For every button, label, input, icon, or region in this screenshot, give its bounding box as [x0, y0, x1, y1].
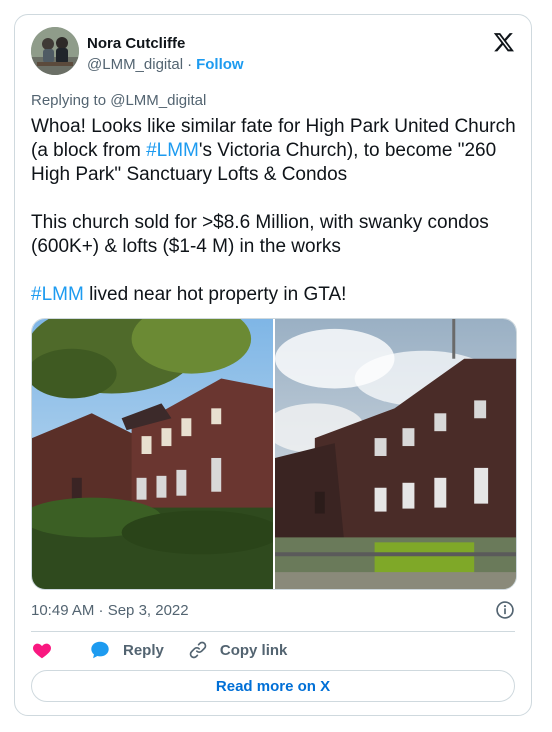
like-button[interactable] [31, 639, 65, 661]
divider [31, 631, 515, 632]
tweet-text-3: lived near hot property in GTA! [83, 284, 347, 305]
reply-button[interactable]: Reply [89, 639, 164, 661]
read-more-button[interactable]: Read more on X [31, 670, 515, 702]
author-meta: @LMM_digital · Follow [87, 55, 244, 75]
tweet-text: Whoa! Looks like similar fate for High P… [31, 115, 521, 307]
replying-to: Replying to @LMM_digital [31, 92, 207, 109]
separator: · [187, 56, 193, 73]
tweet-card: Nora Cutcliffe @LMM_digital · Follow Reply… [14, 14, 532, 716]
author-handle[interactable]: @LMM_digital [87, 56, 183, 73]
church-photo-left[interactable] [32, 319, 273, 589]
tweet-timestamp[interactable]: 10:49 AM · Sep 3, 2022 [31, 601, 189, 621]
tweet-paragraph-2: This church sold for >$8.6 Million, with… [31, 212, 489, 257]
church-photo-right[interactable] [275, 319, 516, 589]
tweet-paragraph-1: Whoa! Looks like similar fate for High P… [31, 115, 521, 187]
copy-link-button[interactable]: Copy link [188, 640, 288, 660]
hashtag-link[interactable]: #LMM [146, 140, 199, 161]
reply-label: Reply [123, 641, 164, 659]
copy-link-label: Copy link [219, 641, 288, 659]
heart-icon [33, 643, 51, 659]
tweet-paragraph-3: #LMM lived near hot property in GTA! [31, 283, 521, 307]
x-logo-icon[interactable] [493, 31, 515, 53]
action-bar: Reply Copy link [31, 638, 311, 662]
avatar[interactable] [31, 27, 79, 75]
hashtag-link[interactable]: #LMM [31, 284, 84, 305]
link-icon [189, 641, 207, 659]
reply-bubble-icon [91, 641, 109, 659]
info-icon[interactable] [495, 600, 515, 620]
media-grid [31, 318, 517, 590]
follow-button[interactable]: Follow [196, 56, 244, 73]
author-name[interactable]: Nora Cutcliffe [87, 34, 185, 54]
